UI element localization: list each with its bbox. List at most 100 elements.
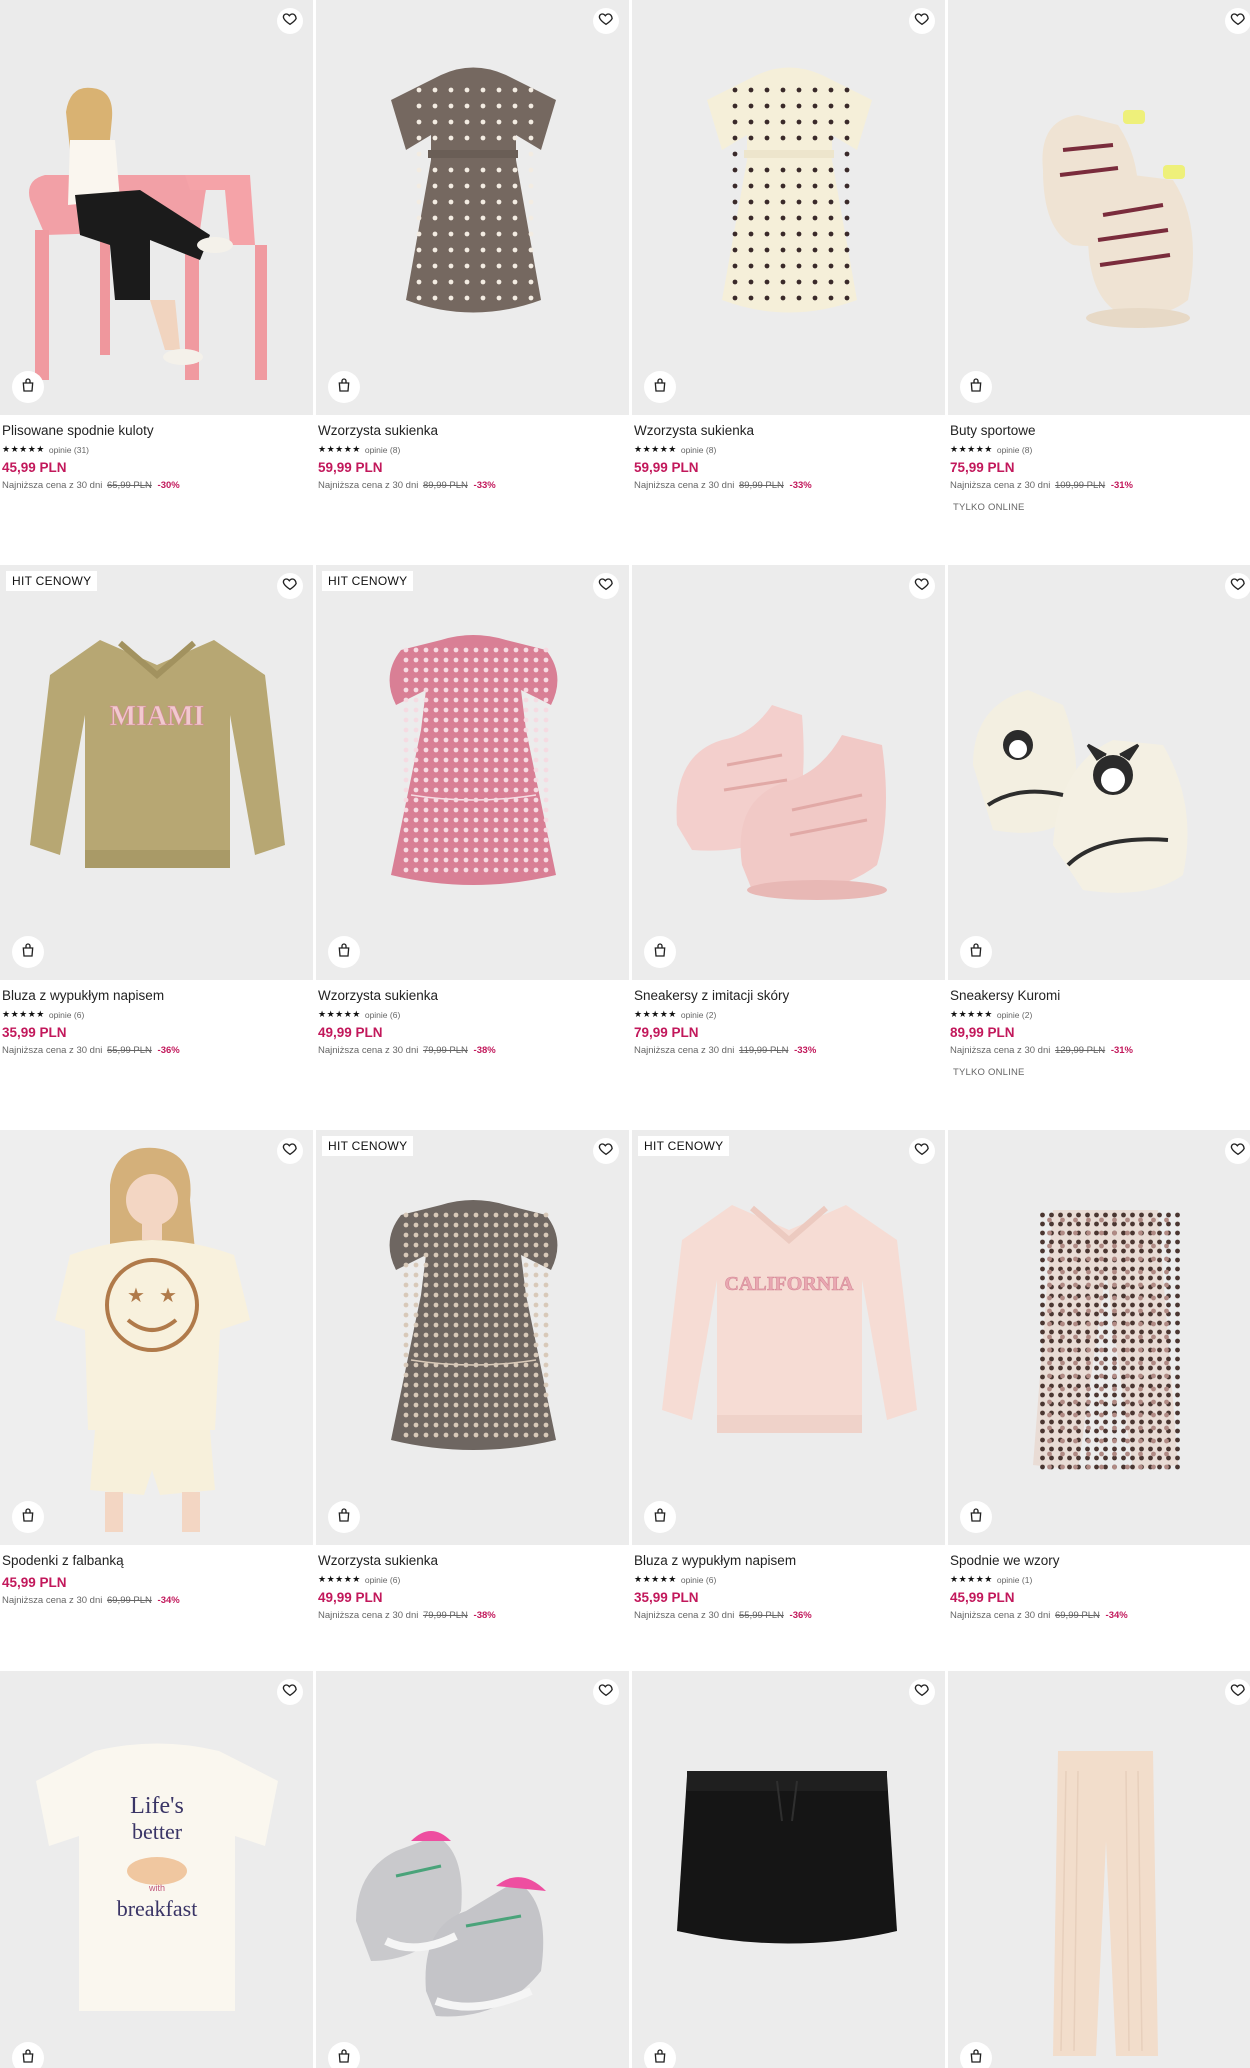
product-name[interactable]: Bluza z wypukłym napisem: [2, 988, 312, 1006]
favorite-button[interactable]: [1225, 1138, 1250, 1164]
product-name[interactable]: Spodenki z falbanką: [2, 1553, 312, 1571]
pink-floral-dress-illustration: [316, 565, 629, 980]
favorite-button[interactable]: [593, 1138, 619, 1164]
brown-dotted-dress-illustration: [316, 0, 629, 415]
discount-percent: -38%: [473, 1610, 496, 1621]
add-to-cart-button[interactable]: [960, 2042, 992, 2068]
lowest-price-label: Najniższa cena z 30 dni: [318, 1045, 419, 1056]
product-image[interactable]: [948, 0, 1250, 415]
shopping-bag-icon: [20, 942, 36, 963]
patterned-trousers-illustration: [948, 1130, 1250, 1545]
product-name[interactable]: Sneakersy z imitacji skóry: [634, 988, 944, 1006]
rating[interactable]: ★★★★★ opinie (6): [318, 1573, 628, 1586]
product-name[interactable]: Wzorzysta sukienka: [318, 988, 628, 1006]
favorite-button[interactable]: [277, 8, 303, 34]
discount-percent: -30%: [157, 480, 180, 491]
favorite-button[interactable]: [1225, 1679, 1250, 1705]
rating[interactable]: ★★★★★ opinie (2): [950, 1008, 1250, 1021]
product-image[interactable]: [316, 1671, 629, 2068]
add-to-cart-button[interactable]: [644, 1501, 676, 1533]
review-count: opinie (2): [680, 1009, 717, 1020]
discount-percent: -33%: [789, 480, 812, 491]
add-to-cart-button[interactable]: [328, 1501, 360, 1533]
lowest-price-info: Najniższa cena z 30 dni 79,99 PLN -38%: [318, 1610, 628, 1621]
add-to-cart-button[interactable]: [12, 936, 44, 968]
favorite-button[interactable]: [277, 1138, 303, 1164]
favorite-button[interactable]: [593, 8, 619, 34]
product-image[interactable]: CALIFORNIA HIT CENOWY: [632, 1130, 945, 1545]
product-image[interactable]: [948, 565, 1250, 980]
product-image[interactable]: Life's better with breakfast: [0, 1671, 313, 2068]
rating-stars: ★★★★★: [950, 1009, 993, 1019]
product-image[interactable]: [948, 1130, 1250, 1545]
lifes-better-tee-illustration: Life's better with breakfast: [0, 1671, 313, 2068]
product-name[interactable]: Wzorzysta sukienka: [634, 423, 944, 441]
add-to-cart-button[interactable]: [12, 1501, 44, 1533]
lowest-price-info: Najniższa cena z 30 dni 55,99 PLN -36%: [2, 1045, 312, 1056]
add-to-cart-button[interactable]: [960, 371, 992, 403]
favorite-button[interactable]: [1225, 573, 1250, 599]
product-image[interactable]: [632, 565, 945, 980]
add-to-cart-button[interactable]: [644, 371, 676, 403]
shopping-bag-icon: [652, 2048, 668, 2068]
product-image[interactable]: HIT CENOWY: [316, 1130, 629, 1545]
review-count: opinie (6): [680, 1574, 717, 1585]
rating[interactable]: ★★★★★ opinie (1): [950, 1573, 1250, 1586]
product-price: 45,99 PLN: [2, 1575, 67, 1590]
rating[interactable]: ★★★★★ opinie (8): [634, 443, 944, 456]
product-image[interactable]: ★ ★: [0, 1130, 313, 1545]
product-image[interactable]: [632, 1671, 945, 2068]
shopping-bag-icon: [20, 1507, 36, 1528]
rating[interactable]: ★★★★★ opinie (6): [318, 1008, 628, 1021]
product-price: 79,99 PLN: [634, 1025, 699, 1040]
product-name[interactable]: Buty sportowe: [950, 423, 1250, 441]
add-to-cart-button[interactable]: [644, 2042, 676, 2068]
old-price: 79,99 PLN: [422, 1045, 468, 1056]
product-image[interactable]: HIT CENOWY: [316, 565, 629, 980]
heart-icon: [282, 576, 298, 597]
add-to-cart-button[interactable]: [644, 936, 676, 968]
favorite-button[interactable]: [909, 8, 935, 34]
product-image[interactable]: [632, 0, 945, 415]
shopping-bag-icon: [652, 942, 668, 963]
favorite-button[interactable]: [1225, 8, 1250, 34]
add-to-cart-button[interactable]: [960, 1501, 992, 1533]
review-count: opinie (1): [996, 1574, 1033, 1585]
favorite-button[interactable]: [277, 573, 303, 599]
rating[interactable]: ★★★★★ opinie (6): [634, 1573, 944, 1586]
product-name[interactable]: Wzorzysta sukienka: [318, 1553, 628, 1571]
product-price: 59,99 PLN: [318, 460, 383, 475]
product-name[interactable]: Bluza z wypukłym napisem: [634, 1553, 944, 1571]
favorite-button[interactable]: [909, 1138, 935, 1164]
rating[interactable]: ★★★★★ opinie (31): [2, 443, 312, 456]
favorite-button[interactable]: [277, 1679, 303, 1705]
product-name[interactable]: Wzorzysta sukienka: [318, 423, 628, 441]
price-hit-badge: HIT CENOWY: [638, 1136, 730, 1156]
heart-icon: [1230, 1141, 1246, 1162]
product-name[interactable]: Spodnie we wzory: [950, 1553, 1250, 1571]
rating[interactable]: ★★★★★ opinie (6): [2, 1008, 312, 1021]
rating[interactable]: ★★★★★ opinie (8): [950, 443, 1250, 456]
favorite-button[interactable]: [909, 1679, 935, 1705]
add-to-cart-button[interactable]: [960, 936, 992, 968]
favorite-button[interactable]: [909, 573, 935, 599]
product-name[interactable]: Sneakersy Kuromi: [950, 988, 1250, 1006]
add-to-cart-button[interactable]: [12, 2042, 44, 2068]
cream-dotted-dress-illustration: [632, 0, 945, 415]
product-image[interactable]: [316, 0, 629, 415]
add-to-cart-button[interactable]: [328, 936, 360, 968]
add-to-cart-button[interactable]: [328, 371, 360, 403]
product-image[interactable]: [0, 0, 313, 415]
lowest-price-info: Najniższa cena z 30 dni 89,99 PLN -33%: [318, 480, 628, 491]
product-image[interactable]: [948, 1671, 1250, 2068]
product-name[interactable]: Plisowane spodnie kuloty: [2, 423, 312, 441]
rating[interactable]: ★★★★★ opinie (8): [318, 443, 628, 456]
add-to-cart-button[interactable]: [328, 2042, 360, 2068]
add-to-cart-button[interactable]: [12, 371, 44, 403]
favorite-button[interactable]: [593, 1679, 619, 1705]
rating[interactable]: ★★★★★ opinie (2): [634, 1008, 944, 1021]
product-image[interactable]: MIAMI HIT CENOWY: [0, 565, 313, 980]
heart-icon: [1230, 1682, 1246, 1703]
heart-icon: [282, 11, 298, 32]
favorite-button[interactable]: [593, 573, 619, 599]
